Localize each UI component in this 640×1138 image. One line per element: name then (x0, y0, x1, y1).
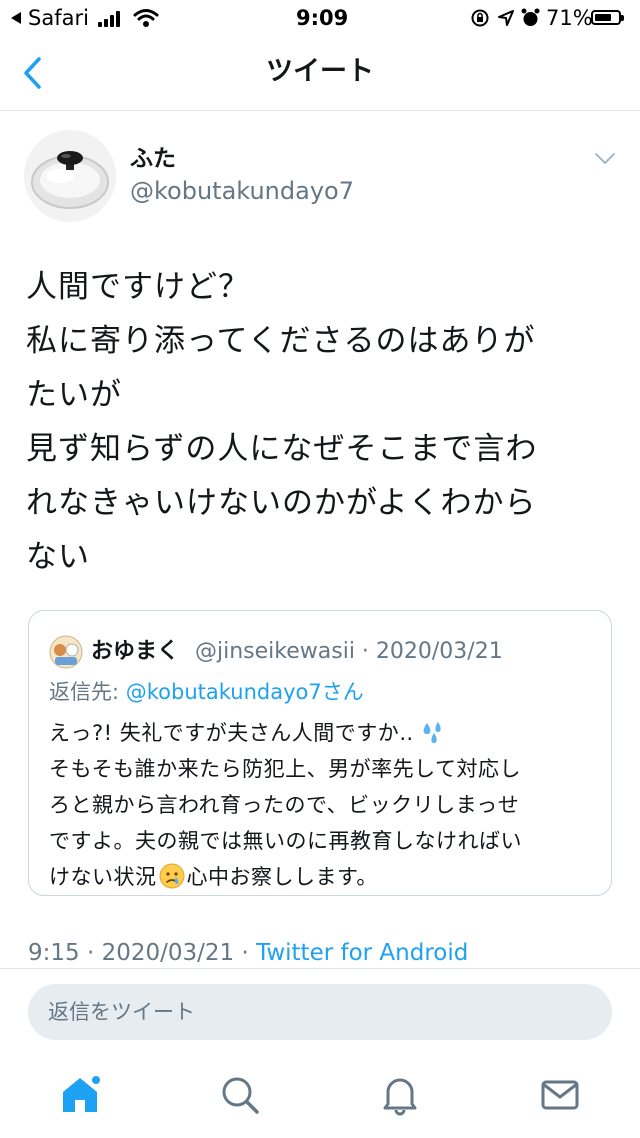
screen-lock-icon (471, 9, 489, 27)
reply-input[interactable]: 返信をツイート (28, 984, 612, 1040)
reply-placeholder: 返信をツイート (48, 1000, 195, 1024)
tweet-text-line: れなきゃいけないのかがよくわから (26, 485, 537, 521)
quote-handle-date: @jinseikewasii · 2020/03/21 (195, 639, 503, 664)
battery-icon (591, 10, 621, 25)
tab-messages[interactable] (535, 1070, 585, 1120)
reply-to-prefix: 返信先: (49, 680, 126, 704)
tweet-text-line: ない (26, 539, 90, 575)
chevron-down-icon[interactable] (594, 152, 616, 166)
quote-text-line: えっ?! 失礼ですが夫さん人間ですか‥ (49, 715, 609, 751)
quote-text-line: ろと親から言われ育ったので、ビックリしまっせ (49, 793, 520, 817)
status-bar: Safari 9:09 71% (0, 0, 640, 36)
messages-icon (541, 1080, 579, 1110)
tweet-timestamp: 9:15 · 2020/03/21 · (28, 940, 257, 966)
user-handle[interactable]: @kobutakundayo7 (130, 175, 354, 207)
tab-search[interactable] (215, 1070, 265, 1120)
display-name[interactable]: ふた (130, 144, 176, 174)
tweet-meta: 9:15 · 2020/03/21 · Twitter for Android (28, 936, 468, 970)
clock: 9:09 (296, 6, 349, 30)
tweet-text: 人間ですけど？ 私に寄り添ってくださるのはありが たいが 見ず知らずの人になぜそ… (26, 260, 626, 584)
home-icon (63, 1074, 102, 1112)
tweet-source-link[interactable]: Twitter for Android (256, 940, 468, 966)
nav-divider (0, 110, 640, 111)
quote-text: えっ?! 失礼ですが夫さん人間ですか‥ そもそも誰か来たら防犯上、男が率先して対… (49, 715, 609, 895)
quote-text-line: そもそも誰か来たら防犯上、男が率先して対応し (49, 757, 521, 781)
tab-home[interactable] (55, 1070, 105, 1120)
tweet-text-line: 人間ですけど？ (26, 269, 250, 305)
tab-notifications[interactable] (375, 1070, 425, 1120)
quote-text-line: けない状況 心中お察しします。 (49, 859, 609, 895)
quote-text-line: ですよ。夫の親では無いのに再教育しなければい (49, 829, 522, 853)
pot-lid-avatar-image (31, 151, 109, 209)
back-app-label[interactable]: Safari (28, 0, 89, 36)
page-title: ツイート (266, 56, 374, 87)
avatar[interactable] (24, 130, 116, 222)
back-arrow-icon[interactable] (10, 11, 22, 25)
sweat-droplets-icon (423, 722, 441, 743)
meta-divider (0, 968, 640, 969)
alarm-icon (521, 8, 540, 26)
tweet-text-line: 私に寄り添ってくださるのはありが (26, 323, 536, 359)
quote-display-name: おゆまく (91, 639, 180, 664)
cellular-signal-icon (98, 11, 122, 27)
tweet-text-line: 見ず知らずの人になぜそこまで言わ (26, 431, 538, 467)
location-arrow-icon (498, 10, 514, 26)
search-icon (222, 1077, 259, 1114)
reply-to-suffix: さん (321, 680, 364, 704)
reply-to-handle[interactable]: @kobutakundayo7 (126, 680, 322, 704)
quote-text-segment: けない状況 (49, 865, 157, 889)
notifications-icon (383, 1078, 417, 1116)
crying-face-icon (159, 863, 184, 889)
battery-cap (621, 15, 624, 21)
quote-text-segment: 心中お察しします。 (186, 865, 378, 889)
wifi-icon (133, 9, 159, 27)
quoted-tweet-card[interactable]: おゆまく @jinseikewasii · 2020/03/21 返信先: @k… (28, 610, 612, 896)
tweet-text-line: たいが (26, 377, 122, 413)
quote-avatar (49, 635, 83, 669)
quote-text-segment: えっ?! 失礼ですが夫さん人間ですか‥ (49, 721, 414, 745)
quote-reply-to: 返信先: @kobutakundayo7さん (49, 676, 364, 708)
battery-percent: 71% (546, 6, 593, 30)
